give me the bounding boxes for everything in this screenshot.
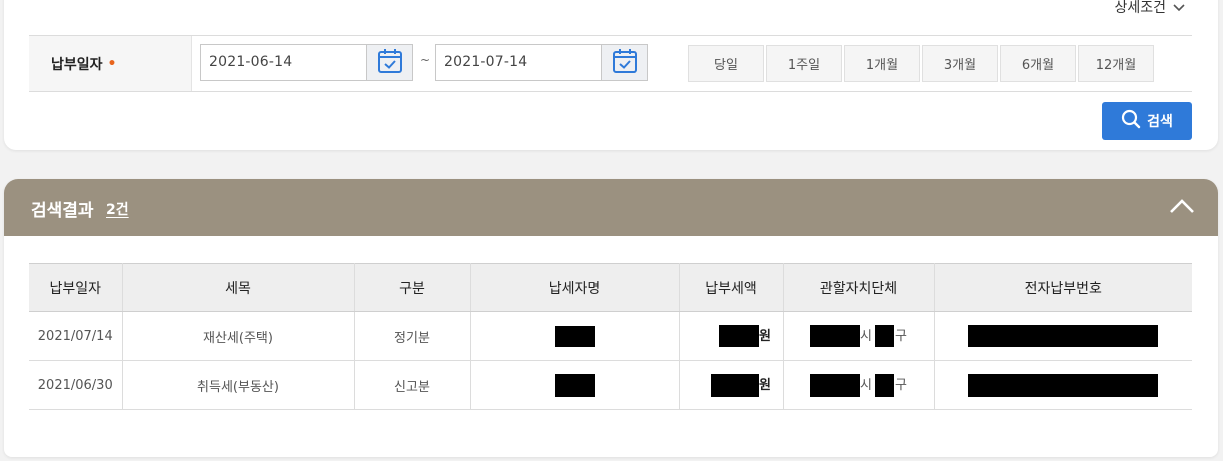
region-si: 시 <box>860 377 872 393</box>
redaction-block <box>810 373 861 397</box>
amount-unit: 원 <box>759 328 771 344</box>
date-from-calendar-button[interactable] <box>366 45 412 80</box>
col-header-tax-item: 세목 <box>122 263 355 312</box>
region-gu: 구 <box>895 377 907 393</box>
col-header-payment-number: 전자납부번호 <box>934 263 1192 312</box>
col-header-type: 구분 <box>354 263 471 312</box>
period-1month-button[interactable]: 1개월 <box>844 45 920 82</box>
calendar-icon <box>611 47 639 79</box>
cell-payment-number <box>934 360 1192 410</box>
period-today-button[interactable]: 당일 <box>688 45 764 82</box>
redaction-block <box>968 325 1159 347</box>
payment-date-label: 납부일자 • <box>29 36 192 91</box>
cell-payment-number <box>934 311 1192 361</box>
cell-payment-date: 2021/06/30 <box>29 360 123 410</box>
payment-date-filter-row: 납부일자 • 2021-06-14 ~ 2021-07-14 당일 1주일 1개… <box>29 35 1192 92</box>
table-header-row: 납부일자 세목 구분 납세자명 납부세액 관할자치단체 전자납부번호 <box>29 263 1192 312</box>
search-icon <box>1121 109 1141 133</box>
period-6months-button[interactable]: 6개월 <box>1000 45 1076 82</box>
detail-conditions-toggle[interactable]: 상세조건 <box>1114 0 1186 18</box>
col-header-taxpayer-name: 납세자명 <box>470 263 680 312</box>
chevron-up-icon[interactable] <box>1168 195 1196 223</box>
period-3months-button[interactable]: 3개월 <box>922 45 998 82</box>
results-header: 검색결과 2건 <box>4 179 1218 236</box>
detail-conditions-label: 상세조건 <box>1114 0 1166 16</box>
date-to-calendar-button[interactable] <box>601 45 647 80</box>
cell-tax-amount: 원 <box>679 360 784 410</box>
redaction-block <box>711 373 760 397</box>
redaction-block <box>875 373 894 397</box>
region-si: 시 <box>860 328 872 344</box>
search-button-label: 검색 <box>1147 114 1173 130</box>
cell-jurisdiction: 시구 <box>783 360 935 410</box>
required-mark: • <box>107 55 117 72</box>
date-to-field[interactable]: 2021-07-14 <box>435 44 648 81</box>
calendar-icon <box>376 47 404 79</box>
period-1week-button[interactable]: 1주일 <box>766 45 842 82</box>
period-12months-button[interactable]: 12개월 <box>1078 45 1154 82</box>
cell-jurisdiction: 시구 <box>783 311 935 361</box>
date-range-separator: ~ <box>420 53 431 67</box>
date-from-field[interactable]: 2021-06-14 <box>200 44 413 81</box>
redaction-block <box>875 325 894 348</box>
cell-type: 정기분 <box>354 311 471 361</box>
results-title: 검색결과 <box>31 201 94 221</box>
redaction-block <box>968 373 1159 397</box>
col-header-jurisdiction: 관할자치단체 <box>783 263 935 312</box>
cell-taxpayer-name <box>470 311 680 361</box>
cell-payment-date: 2021/07/14 <box>29 311 123 361</box>
redaction-block <box>719 325 760 348</box>
redaction-block <box>810 325 861 348</box>
results-count: 2건 <box>106 202 129 218</box>
cell-type: 신고분 <box>354 360 471 410</box>
cell-tax-item: 취득세(부동산) <box>122 360 355 410</box>
search-button[interactable]: 검색 <box>1102 102 1192 140</box>
amount-unit: 원 <box>759 377 771 393</box>
cell-taxpayer-name <box>470 360 680 410</box>
col-header-payment-date: 납부일자 <box>29 263 123 312</box>
table-row[interactable]: 2021/06/30 취득세(부동산) 신고분 원 시구 <box>29 360 1192 410</box>
col-header-tax-amount: 납부세액 <box>679 263 784 312</box>
date-from-value: 2021-06-14 <box>209 54 293 70</box>
date-to-value: 2021-07-14 <box>444 54 528 70</box>
results-panel: 검색결과 2건 납부일자 세목 구분 납세자명 납부세액 관할자치단체 전자납부… <box>4 179 1218 457</box>
payment-date-label-text: 납부일자 <box>51 56 103 73</box>
chevron-down-icon <box>1172 0 1186 14</box>
redaction-block <box>554 325 595 347</box>
table-row[interactable]: 2021/07/14 재산세(주택) 정기분 원 시구 <box>29 311 1192 361</box>
results-table: 납부일자 세목 구분 납세자명 납부세액 관할자치단체 전자납부번호 2021/… <box>29 263 1192 410</box>
region-gu: 구 <box>895 328 907 344</box>
cell-tax-item: 재산세(주택) <box>122 311 355 361</box>
redaction-block <box>554 373 595 397</box>
cell-tax-amount: 원 <box>679 311 784 361</box>
